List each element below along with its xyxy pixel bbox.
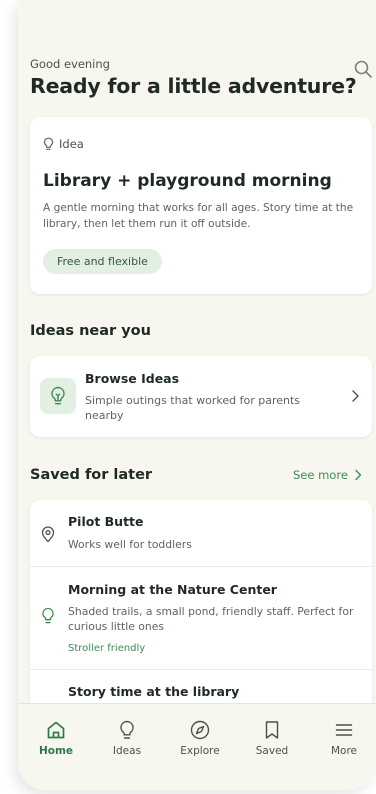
tab-saved[interactable]: Saved	[242, 719, 302, 757]
lightbulb-icon	[43, 137, 54, 150]
tab-label: Home	[38, 745, 74, 757]
idea-description: A gentle morning that works for all ages…	[43, 202, 354, 230]
saved-item-title: Morning at the Nature Center	[68, 582, 277, 597]
greeting-text: Good evening	[30, 57, 110, 71]
saved-item-title: Story time at the library	[68, 684, 240, 699]
search-icon	[354, 60, 372, 78]
saved-item-subtitle: Works well for toddlers	[68, 538, 192, 551]
saved-item-title: Pilot Butte	[68, 514, 144, 529]
tab-label: More	[330, 745, 358, 757]
location-pin-icon	[41, 526, 55, 543]
bottom-tab-bar: Home Ideas Explore Saved More	[18, 703, 376, 790]
compass-icon	[190, 720, 210, 740]
tab-explore[interactable]: Explore	[170, 719, 230, 757]
idea-title: Library + playground morning	[43, 171, 332, 191]
tab-label: Saved	[255, 745, 289, 757]
saved-list: Pilot Butte Works well for toddlers Morn…	[30, 500, 372, 704]
lightbulb-icon	[51, 386, 65, 405]
browse-ideas-card[interactable]: Browse Ideas Simple outings that worked …	[30, 356, 372, 437]
tab-label: Ideas	[112, 745, 142, 757]
menu-icon	[335, 724, 353, 736]
see-more-label: See more	[293, 468, 348, 482]
browse-ideas-subtitle: Simple outings that worked for parents n…	[85, 394, 301, 422]
page-title: Ready for a little adventure?	[30, 74, 357, 98]
tab-more[interactable]: More	[314, 719, 374, 757]
lightbulb-icon	[120, 720, 134, 739]
saved-item-subtitle: Shaded trails, a small pond, friendly st…	[68, 605, 354, 633]
home-scroll-area[interactable]: Good evening Ready for a little adventur…	[18, 0, 376, 704]
idea-chip: Free and flexible	[43, 249, 162, 274]
ideas-near-you-heading: Ideas near you	[30, 323, 151, 339]
saved-item-story-time[interactable]: Story time at the library	[30, 670, 372, 704]
see-more-link[interactable]: See more	[293, 468, 362, 482]
bookmark-icon	[265, 721, 279, 739]
search-button[interactable]	[352, 58, 374, 80]
idea-tag: Idea	[42, 137, 84, 151]
browse-ideas-title: Browse Ideas	[85, 371, 180, 386]
idea-tag-label: Idea	[59, 137, 84, 151]
chevron-right-icon	[355, 469, 362, 481]
lightbulb-icon	[42, 607, 54, 624]
chevron-right-icon	[352, 390, 359, 402]
tab-home[interactable]: Home	[26, 719, 86, 757]
browse-ideas-tile	[40, 378, 76, 414]
saved-item-pilot-butte[interactable]: Pilot Butte Works well for toddlers	[30, 500, 372, 566]
tab-label: Explore	[180, 745, 220, 757]
app-screen: Good evening Ready for a little adventur…	[18, 0, 376, 790]
saved-item-badge: Stroller friendly	[68, 643, 146, 654]
saved-for-later-heading: Saved for later	[30, 467, 153, 483]
home-icon	[47, 721, 65, 739]
featured-idea-card[interactable]: Idea Library + playground morning A gent…	[30, 117, 372, 294]
saved-item-nature-center[interactable]: Morning at the Nature Center Shaded trai…	[30, 567, 372, 669]
tab-ideas[interactable]: Ideas	[97, 719, 157, 757]
